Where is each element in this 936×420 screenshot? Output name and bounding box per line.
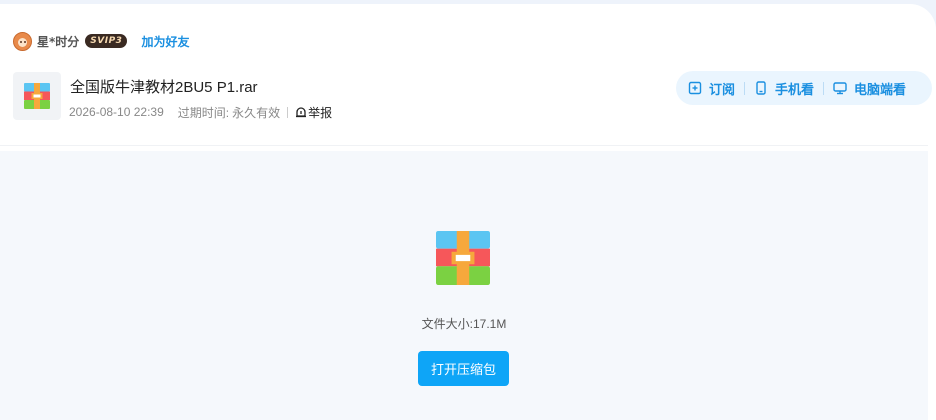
phone-icon	[756, 81, 766, 95]
action-pill: 订阅 手机看 电脑端看	[676, 71, 932, 105]
action-divider	[744, 81, 746, 95]
subscribe-button[interactable]: 订阅	[688, 79, 735, 98]
add-friend-link[interactable]: 加为好友	[141, 33, 189, 50]
phone-view-button[interactable]: 手机看	[754, 79, 814, 98]
action-divider	[823, 81, 825, 95]
pc-view-button[interactable]: 电脑端看	[833, 79, 906, 98]
file-title: 全国版牛津教材2BU5 P1.rar	[70, 79, 258, 96]
pc-view-label: 电脑端看	[854, 82, 907, 98]
file-date: 2026-08-10 22:39	[69, 105, 164, 119]
report-label: 举报	[308, 105, 333, 120]
open-archive-button[interactable]: 打开压缩包	[418, 351, 509, 386]
subscribe-icon	[688, 81, 702, 95]
monitor-icon	[833, 82, 847, 95]
file-size: 文件大小:17.1M	[421, 317, 507, 331]
expire-value: 永久有效	[232, 105, 281, 120]
report-link[interactable]: 举报	[295, 104, 332, 121]
alarm-icon	[296, 107, 307, 118]
rar-archive-icon	[13, 72, 61, 120]
rar-archive-icon	[436, 231, 490, 285]
phone-view-label: 手机看	[775, 82, 815, 98]
subscribe-label: 订阅	[709, 82, 736, 98]
divider	[0, 145, 928, 146]
meta-divider	[287, 106, 289, 118]
preview-area: 文件大小:17.1M 打开压缩包	[0, 151, 928, 420]
file-meta: 2026-08-10 22:39 过期时间: 永久有效 举报	[69, 104, 332, 120]
user-row: 星*时分 SVIP3 加为好友	[13, 31, 189, 51]
expire-label: 过期时间:	[177, 105, 230, 120]
username[interactable]: 星*时分	[37, 33, 79, 50]
avatar[interactable]	[13, 31, 32, 51]
scroll-gutter	[928, 151, 936, 420]
vip-badge: SVIP3	[85, 34, 128, 48]
